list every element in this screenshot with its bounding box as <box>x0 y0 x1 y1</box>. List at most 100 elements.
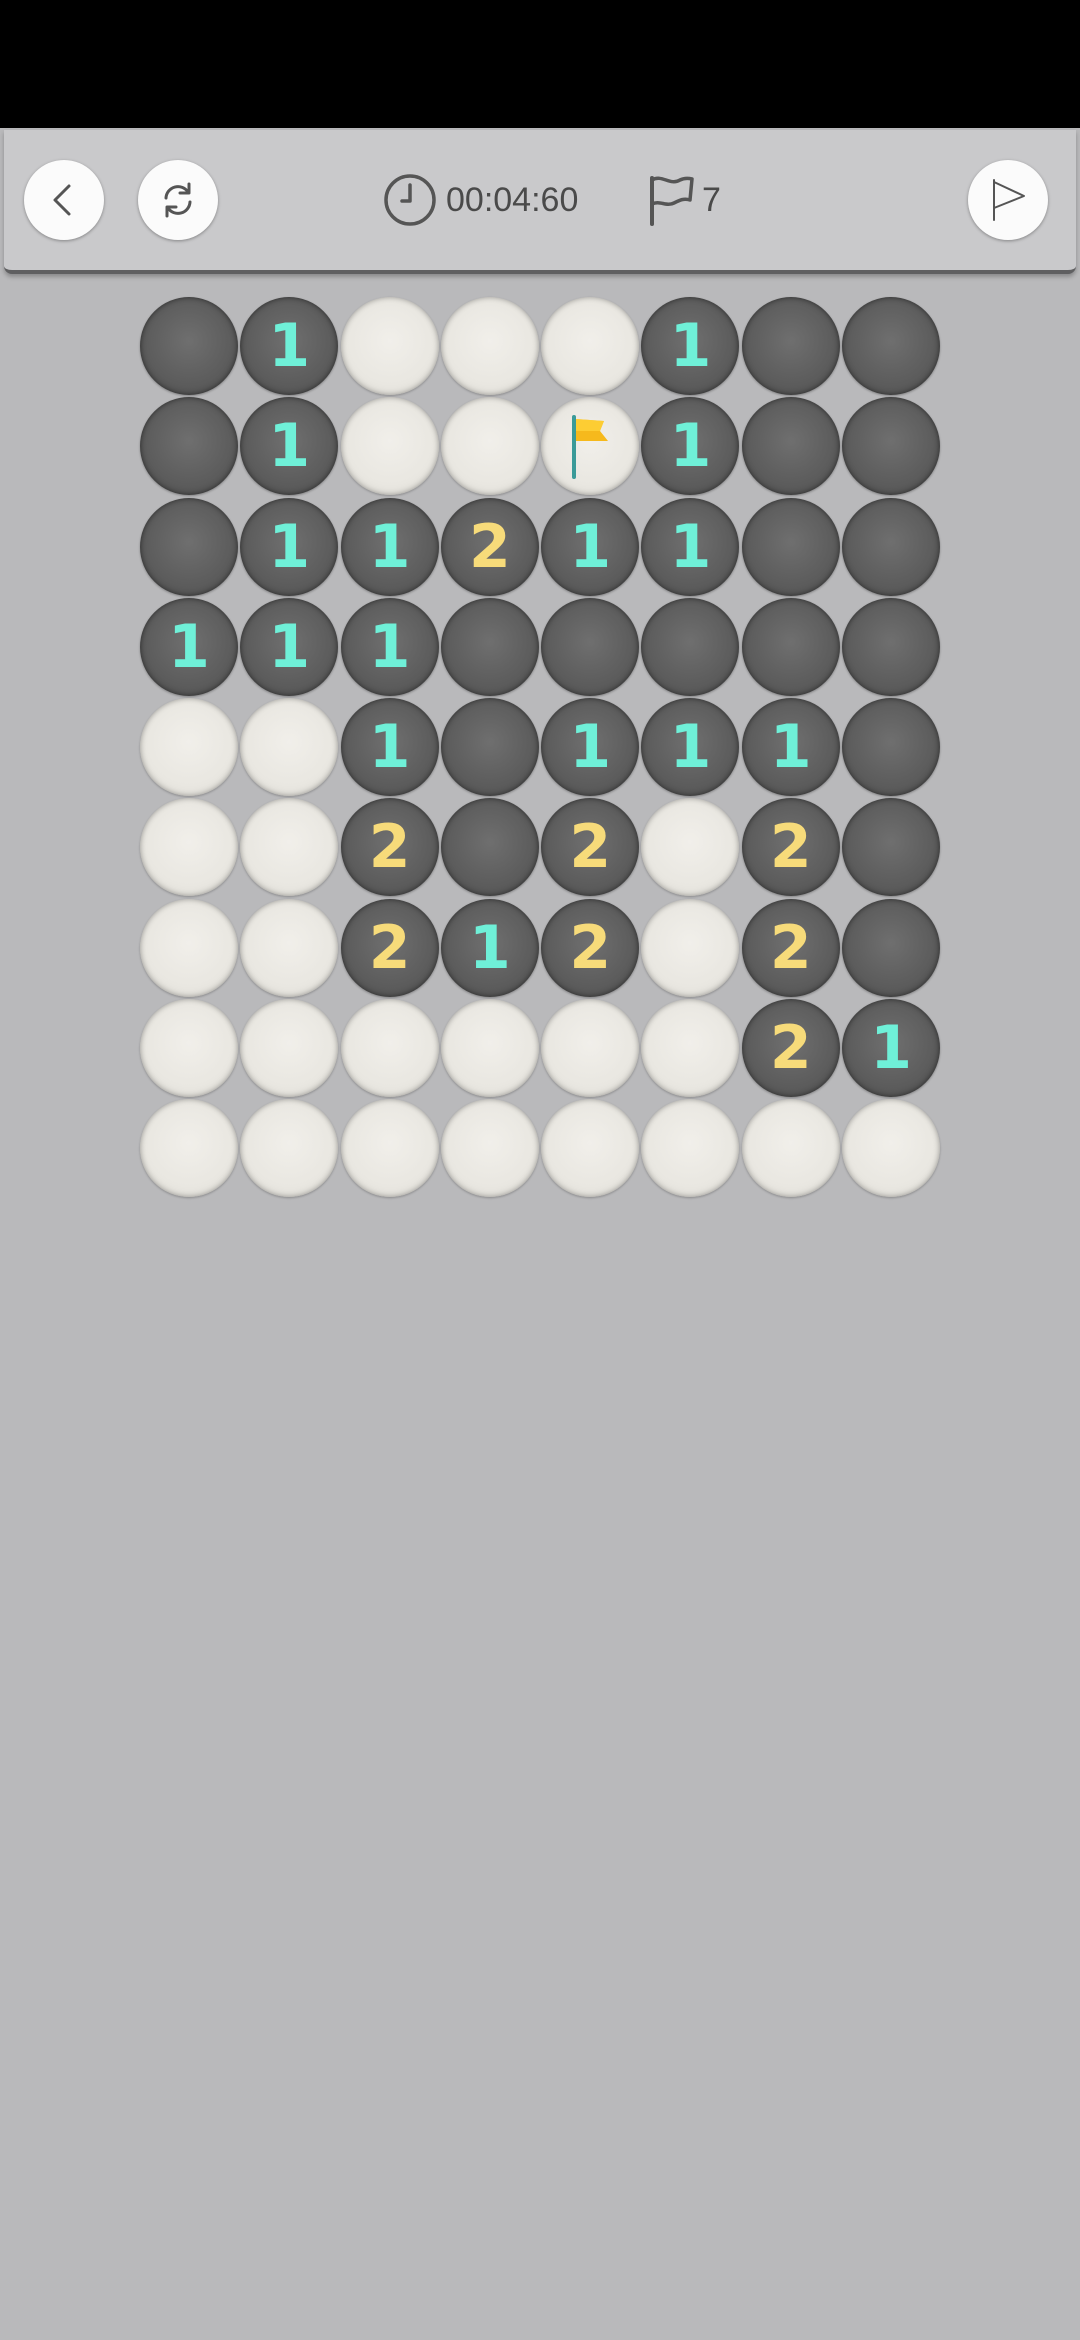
cell-empty[interactable] <box>340 297 439 395</box>
cell-hidden[interactable] <box>440 698 539 797</box>
cell-number[interactable]: 2 <box>741 898 840 997</box>
cell-empty[interactable] <box>140 999 238 1098</box>
cell-hidden[interactable] <box>842 798 941 897</box>
cell-empty[interactable] <box>340 397 439 496</box>
flag-outline-icon <box>650 176 694 226</box>
cell-number[interactable]: 1 <box>240 497 339 596</box>
game-header: 00:04:60 7 <box>4 130 1076 274</box>
cell-number[interactable]: 2 <box>741 798 840 897</box>
status-bar <box>0 0 1080 128</box>
cell-number-label: 1 <box>669 311 712 381</box>
cell-number[interactable]: 1 <box>641 497 740 596</box>
flag-counter: 7 <box>644 172 721 228</box>
cell-empty[interactable] <box>140 698 238 797</box>
cell-number-label: 1 <box>268 611 311 682</box>
cell-number-label: 2 <box>469 511 511 582</box>
cell-number[interactable]: 1 <box>340 698 439 797</box>
cell-hidden[interactable] <box>741 597 840 696</box>
cell-number-label: 2 <box>769 912 812 983</box>
cell-number-label: 1 <box>368 511 411 582</box>
cell-empty[interactable] <box>541 297 640 395</box>
cell-number-label: 1 <box>268 511 311 582</box>
refresh-icon <box>164 182 192 218</box>
cell-number[interactable]: 2 <box>340 898 439 997</box>
flag-icon <box>572 415 609 480</box>
cell-hidden[interactable] <box>140 297 238 395</box>
cell-number[interactable]: 1 <box>541 497 640 596</box>
cell-empty[interactable] <box>541 1099 640 1198</box>
cell-empty[interactable] <box>140 798 238 897</box>
cell-empty[interactable] <box>741 1099 840 1198</box>
timer: 00:04:60 <box>382 172 578 228</box>
back-button[interactable] <box>24 160 104 240</box>
cell-number[interactable]: 1 <box>140 597 238 696</box>
cell-empty[interactable] <box>140 1099 238 1198</box>
cell-number[interactable]: 2 <box>340 798 439 897</box>
cell-empty[interactable] <box>240 898 339 997</box>
cell-flagged[interactable] <box>541 397 640 496</box>
cell-number[interactable]: 1 <box>842 999 941 1098</box>
cell-empty[interactable] <box>541 999 640 1098</box>
cell-number[interactable]: 1 <box>641 297 740 395</box>
cell-hidden[interactable] <box>842 297 941 395</box>
cell-empty[interactable] <box>240 999 339 1098</box>
cell-hidden[interactable] <box>140 497 238 596</box>
cell-number[interactable]: 2 <box>541 898 640 997</box>
cell-empty[interactable] <box>240 698 339 797</box>
cell-number-label: 1 <box>569 511 612 582</box>
cell-hidden[interactable] <box>641 597 740 696</box>
cell-number[interactable]: 1 <box>641 397 740 496</box>
cell-number-label: 2 <box>569 912 612 983</box>
cell-number-label: 1 <box>569 712 612 783</box>
cell-empty[interactable] <box>842 1099 941 1198</box>
cell-empty[interactable] <box>440 297 539 395</box>
minesweeper-board: 1111112111111111222212221 <box>139 296 941 1198</box>
cell-hidden[interactable] <box>842 698 941 797</box>
flag-mode-button[interactable] <box>968 160 1048 240</box>
cell-number[interactable]: 1 <box>240 297 339 395</box>
cell-hidden[interactable] <box>741 497 840 596</box>
cell-empty[interactable] <box>440 999 539 1098</box>
cell-number-label: 1 <box>669 411 712 482</box>
restart-button[interactable] <box>138 160 218 240</box>
cell-empty[interactable] <box>240 1099 339 1198</box>
cell-empty[interactable] <box>440 397 539 496</box>
cell-hidden[interactable] <box>541 597 640 696</box>
cell-hidden[interactable] <box>440 597 539 696</box>
cell-number-label: 1 <box>669 712 712 783</box>
cell-empty[interactable] <box>641 798 740 897</box>
cell-number-label: 2 <box>769 1013 812 1084</box>
cell-number[interactable]: 1 <box>541 698 640 797</box>
cell-number[interactable]: 2 <box>440 497 539 596</box>
cell-empty[interactable] <box>440 1099 539 1198</box>
cell-number[interactable]: 1 <box>440 898 539 997</box>
cell-number[interactable]: 1 <box>340 597 439 696</box>
cell-empty[interactable] <box>641 1099 740 1198</box>
cell-empty[interactable] <box>340 1099 439 1198</box>
cell-hidden[interactable] <box>842 497 941 596</box>
cell-hidden[interactable] <box>440 798 539 897</box>
clock-icon <box>384 174 436 226</box>
cell-empty[interactable] <box>140 898 238 997</box>
cell-hidden[interactable] <box>842 397 941 496</box>
cell-hidden[interactable] <box>842 898 941 997</box>
cell-empty[interactable] <box>340 999 439 1098</box>
cell-empty[interactable] <box>641 898 740 997</box>
cell-hidden[interactable] <box>842 597 941 696</box>
cell-number[interactable]: 2 <box>541 798 640 897</box>
cell-number-label: 1 <box>870 1013 912 1084</box>
cell-number-label: 1 <box>268 311 311 381</box>
cell-number[interactable]: 1 <box>340 497 439 596</box>
cell-number-label: 1 <box>368 611 411 682</box>
cell-number-label: 1 <box>669 511 712 582</box>
cell-hidden[interactable] <box>140 397 238 496</box>
cell-number[interactable]: 2 <box>741 999 840 1098</box>
cell-empty[interactable] <box>240 798 339 897</box>
cell-number[interactable]: 1 <box>240 597 339 696</box>
cell-number[interactable]: 1 <box>741 698 840 797</box>
cell-number[interactable]: 1 <box>641 698 740 797</box>
cell-hidden[interactable] <box>741 297 840 395</box>
cell-number[interactable]: 1 <box>240 397 339 496</box>
cell-empty[interactable] <box>641 999 740 1098</box>
cell-hidden[interactable] <box>741 397 840 496</box>
